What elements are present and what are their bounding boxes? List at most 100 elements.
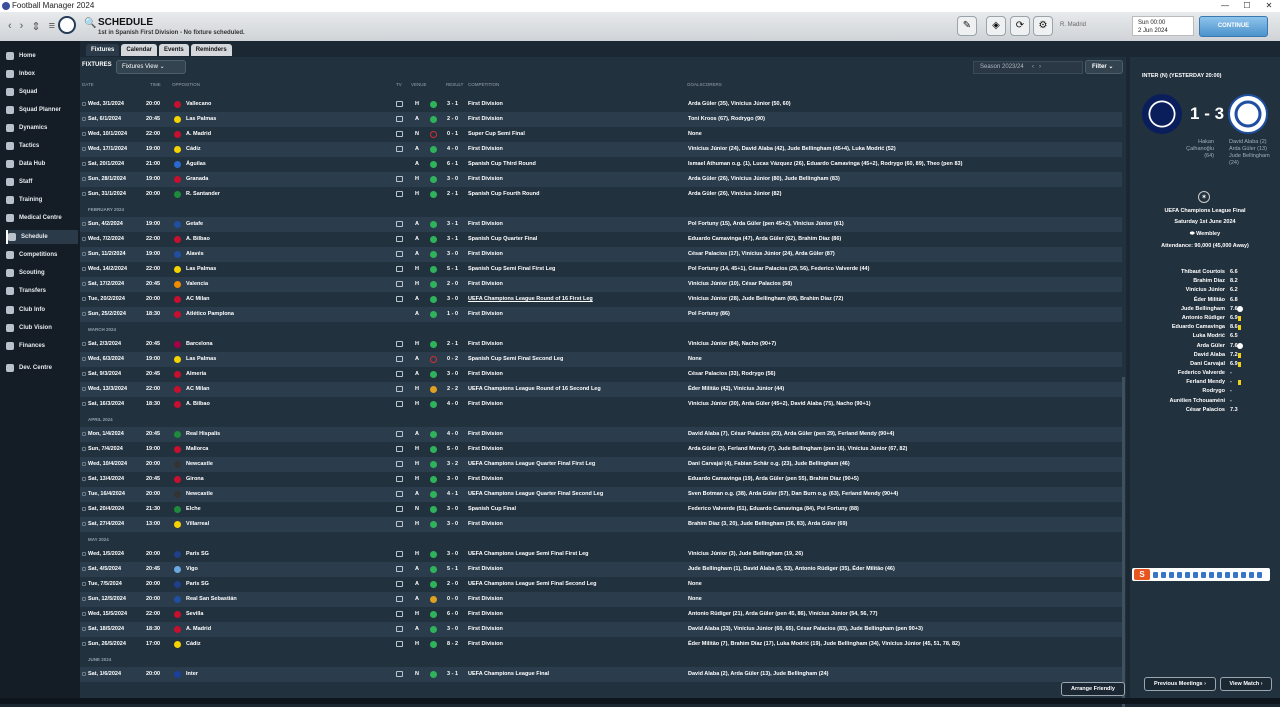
fixture-opponent[interactable]: Paris SG xyxy=(186,547,386,562)
fixture-competition[interactable]: UEFA Champions League Final xyxy=(468,667,683,682)
fixture-competition[interactable]: Spanish Cup Semi Final First Leg xyxy=(468,262,683,277)
sidebar-item-competitions[interactable]: Competitions xyxy=(6,248,78,262)
table-row[interactable]: Sat, 18/5/2024 18:30 A. Madrid A 3 - 0 First … xyxy=(80,622,1122,637)
sidebar-item-medical-centre[interactable]: Medical Centre xyxy=(6,211,78,225)
fixture-competition[interactable]: First Division xyxy=(468,172,683,187)
row-checkbox[interactable] xyxy=(82,297,86,301)
fixture-result[interactable]: 6 - 0 xyxy=(447,607,458,622)
fixture-result[interactable]: 0 - 2 xyxy=(447,352,458,367)
player-rating-row[interactable]: Éder Militão 6.8 xyxy=(1130,296,1280,305)
tab-calendar[interactable]: Calendar xyxy=(121,44,158,56)
row-checkbox[interactable] xyxy=(82,282,86,286)
table-row[interactable]: Wed, 13/3/2024 22:00 AC Milan H 2 - 2 UEFA Ch… xyxy=(80,382,1122,397)
table-row[interactable]: Sat, 20/1/2024 21:00 Águilas A 6 - 1 Spanish … xyxy=(80,157,1122,172)
sidebar-item-finances[interactable]: Finances xyxy=(6,339,78,353)
fixture-opponent[interactable]: Vallecano xyxy=(186,97,386,112)
fixture-result[interactable]: 8 - 2 xyxy=(447,637,458,652)
fixture-opponent[interactable]: Elche xyxy=(186,502,386,517)
table-row[interactable]: Sun, 11/2/2024 19:00 Alavés A 3 - 0 First Div… xyxy=(80,247,1122,262)
player-rating-row[interactable]: Dani Carvajal 6.9 xyxy=(1130,360,1280,369)
fixture-result[interactable]: 3 - 1 xyxy=(447,232,458,247)
sidebar-item-squad-planner[interactable]: Squad Planner xyxy=(6,103,78,117)
player-rating-row[interactable]: Arda Güler 7.6 xyxy=(1130,342,1280,351)
fixture-opponent[interactable]: Girona xyxy=(186,472,386,487)
player-rating-row[interactable]: César Palacios 7.3 xyxy=(1130,406,1280,415)
fixtures-view-dropdown[interactable]: Fixtures View ⌄ xyxy=(116,60,186,74)
player-rating-row[interactable]: Vinícius Júnior 6.2 xyxy=(1130,286,1280,295)
fixture-result[interactable]: 3 - 1 xyxy=(447,667,458,682)
forward-icon[interactable]: › xyxy=(20,20,24,33)
table-row[interactable]: Tue, 16/4/2024 20:00 Newcastle A 4 - 1 UEFA C… xyxy=(80,487,1122,502)
fixture-opponent[interactable]: R. Santander xyxy=(186,187,386,202)
previous-meetings-button[interactable]: Previous Meetings › xyxy=(1144,677,1216,691)
fixture-result[interactable]: 0 - 1 xyxy=(447,127,458,142)
fixture-result[interactable]: 2 - 2 xyxy=(447,382,458,397)
fixture-competition[interactable]: First Division xyxy=(468,397,683,412)
row-checkbox[interactable] xyxy=(82,552,86,556)
fixture-opponent[interactable]: Las Palmas xyxy=(186,352,386,367)
fixture-opponent[interactable]: Cádiz xyxy=(186,142,386,157)
fixture-result[interactable]: 2 - 1 xyxy=(447,337,458,352)
player-rating-row[interactable]: Federico Valverde - xyxy=(1130,369,1280,378)
fixture-opponent[interactable]: Villarreal xyxy=(186,517,386,532)
refresh-icon[interactable]: ⟳ xyxy=(1010,16,1030,36)
fixture-opponent[interactable]: Inter xyxy=(186,667,386,682)
table-row[interactable]: Sat, 6/1/2024 20:45 Las Palmas A 2 - 0 First … xyxy=(80,112,1122,127)
fixture-result[interactable]: 3 - 0 xyxy=(447,502,458,517)
fixture-opponent[interactable]: A. Madrid xyxy=(186,622,386,637)
fixture-opponent[interactable]: Real San Sebastián xyxy=(186,592,386,607)
fixture-opponent[interactable]: Getafe xyxy=(186,217,386,232)
fixture-opponent[interactable]: Las Palmas xyxy=(186,112,386,127)
fixture-result[interactable]: 3 - 0 xyxy=(447,517,458,532)
fixture-competition[interactable]: First Division xyxy=(468,97,683,112)
row-checkbox[interactable] xyxy=(82,387,86,391)
fixture-competition[interactable]: First Division xyxy=(468,622,683,637)
fixture-opponent[interactable]: AC Milan xyxy=(186,292,386,307)
fixture-competition[interactable]: Spanish Cup Final xyxy=(468,502,683,517)
table-row[interactable]: Sun, 25/2/2024 18:30 Atlético Pamplona A 1 -… xyxy=(80,307,1122,322)
back-icon[interactable]: ‹ xyxy=(8,20,12,33)
fixture-competition[interactable]: First Division xyxy=(468,442,683,457)
row-checkbox[interactable] xyxy=(82,432,86,436)
fixture-competition[interactable]: First Division xyxy=(468,637,683,652)
row-checkbox[interactable] xyxy=(82,252,86,256)
table-row[interactable]: Sun, 4/2/2024 19:00 Getafe A 3 - 1 First Divi… xyxy=(80,217,1122,232)
fixture-competition[interactable]: First Division xyxy=(468,247,683,262)
fixture-result[interactable]: 4 - 0 xyxy=(447,142,458,157)
fixture-result[interactable]: 2 - 0 xyxy=(447,112,458,127)
fixture-result[interactable]: 4 - 0 xyxy=(447,397,458,412)
close-icon[interactable]: ✕ xyxy=(1258,0,1280,12)
fixture-result[interactable]: 4 - 1 xyxy=(447,487,458,502)
table-row[interactable]: Sun, 31/1/2024 20:00 R. Santander H 2 - 1 Spa… xyxy=(80,187,1122,202)
fixture-result[interactable]: 3 - 0 xyxy=(447,172,458,187)
table-row[interactable]: Sun, 26/5/2024 17:00 Cádiz H 8 - 2 First Divi… xyxy=(80,637,1122,652)
table-row[interactable]: Sat, 9/3/2024 20:45 Almería A 3 - 0 First Div… xyxy=(80,367,1122,382)
row-checkbox[interactable] xyxy=(82,477,86,481)
fixture-opponent[interactable]: A. Bilbao xyxy=(186,397,386,412)
fixture-competition[interactable]: Super Cup Semi Final xyxy=(468,127,683,142)
sidebar-item-data-hub[interactable]: Data Hub xyxy=(6,157,78,171)
row-checkbox[interactable] xyxy=(82,492,86,496)
menu-icon[interactable]: ≡ xyxy=(49,20,55,33)
row-checkbox[interactable] xyxy=(82,642,86,646)
fixture-competition[interactable]: UEFA Champions League Quarter Final Firs… xyxy=(468,457,683,472)
table-row[interactable]: Sat, 4/5/2024 20:45 Vigo A 5 - 1 First Divisi… xyxy=(80,562,1122,577)
fixture-competition[interactable]: First Division xyxy=(468,277,683,292)
row-checkbox[interactable] xyxy=(82,342,86,346)
sidebar-item-dynamics[interactable]: Dynamics xyxy=(6,121,78,135)
fixture-result[interactable]: 1 - 0 xyxy=(447,307,458,322)
fixture-result[interactable]: 3 - 1 xyxy=(447,97,458,112)
table-row[interactable]: Sat, 20/4/2024 21:30 Elche N 3 - 0 Spanish Cu… xyxy=(80,502,1122,517)
fixture-result[interactable]: 5 - 1 xyxy=(447,562,458,577)
row-checkbox[interactable] xyxy=(82,132,86,136)
fixture-result[interactable]: 3 - 0 xyxy=(447,367,458,382)
col-competition[interactable]: COMPETITION xyxy=(468,82,499,90)
col-goalscorers[interactable]: GOALSCORERS xyxy=(687,82,722,90)
row-checkbox[interactable] xyxy=(82,627,86,631)
col-opposition[interactable]: OPPOSITION xyxy=(172,82,200,90)
fixture-result[interactable]: 3 - 1 xyxy=(447,217,458,232)
sidebar-item-tactics[interactable]: Tactics xyxy=(6,139,78,153)
col-time[interactable]: TIME xyxy=(150,82,161,90)
player-rating-row[interactable]: Brahim Díaz 8.2 xyxy=(1130,277,1280,286)
fixture-opponent[interactable]: Paris SG xyxy=(186,577,386,592)
